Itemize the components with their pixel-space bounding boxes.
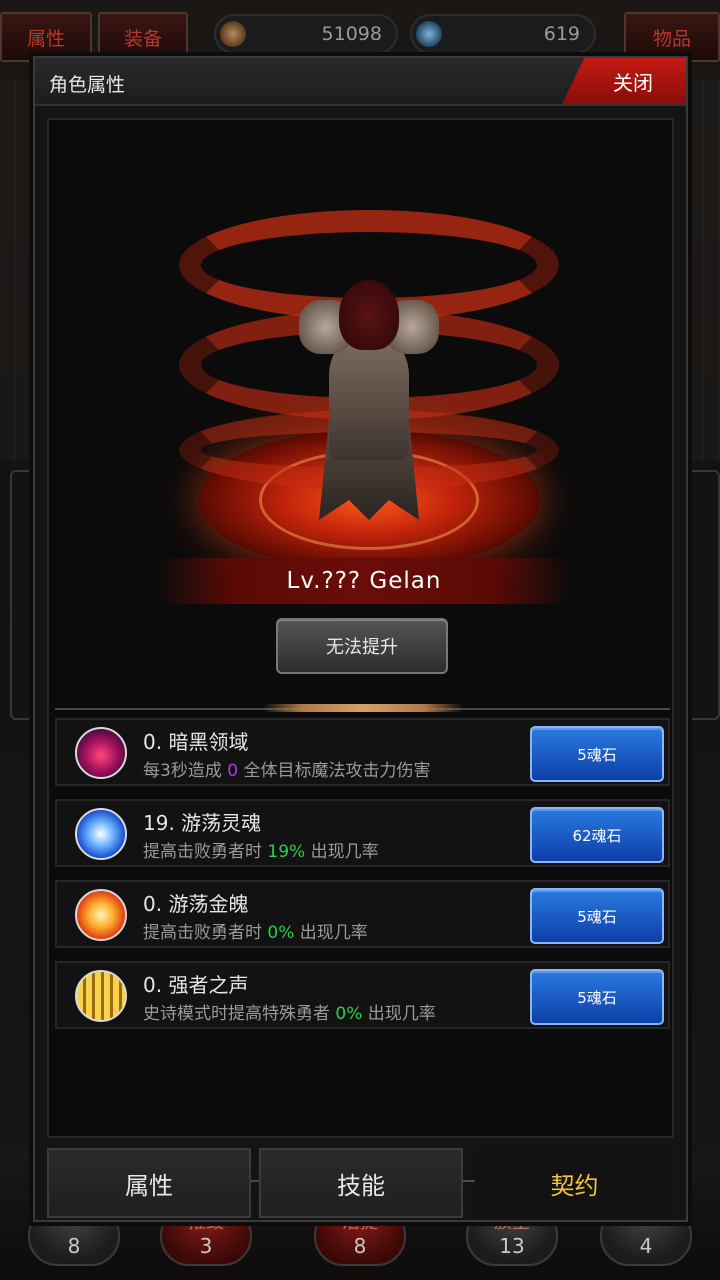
- tab-contract[interactable]: 契约: [475, 1148, 674, 1218]
- figure-body: [329, 340, 409, 460]
- upgrade-button[interactable]: 无法提升: [276, 618, 448, 674]
- skill-value: 19%: [267, 842, 306, 862]
- voice-of-strength-icon: [75, 970, 127, 1022]
- skill-description: 提高击败勇者时 19% 出现几率: [143, 842, 379, 862]
- skill-row-voice-of-strength: 0. 强者之声 史诗模式时提高特殊勇者 0% 出现几率 5魂石: [55, 961, 670, 1029]
- skill-name: 0. 强者之声: [143, 973, 249, 997]
- section-divider: [55, 704, 670, 712]
- skill-row-golden-soul: 0. 游荡金魄 提高击败勇者时 0% 出现几率 5魂石: [55, 880, 670, 948]
- dialog-tabs: 属性 技能 契约: [47, 1148, 674, 1222]
- skill-upgrade-button[interactable]: 62魂石: [530, 807, 664, 863]
- skill-value: 0%: [335, 1004, 363, 1024]
- character-attributes-dialog: 角色属性 关闭 Lv.??? Gelan 无法提升 0. 暗黑领域 每3秒造成 …: [33, 56, 688, 1222]
- bg-circle-value: 4: [639, 1234, 653, 1258]
- skill-description: 每3秒造成 0 全体目标魔法攻击力伤害: [143, 761, 431, 781]
- bg-circle-value: 8: [67, 1234, 81, 1258]
- skill-upgrade-button[interactable]: 5魂石: [530, 888, 664, 944]
- bg-tab-equipment[interactable]: 装备: [98, 12, 188, 62]
- skill-upgrade-button[interactable]: 5魂石: [530, 726, 664, 782]
- gold-coin-icon: [220, 21, 246, 47]
- close-button[interactable]: 关闭: [562, 58, 686, 104]
- character-figure: [299, 270, 439, 520]
- soul-currency: 619: [410, 14, 596, 54]
- skill-row-wandering-soul: 19. 游荡灵魂 提高击败勇者时 19% 出现几率 62魂石: [55, 799, 670, 867]
- bg-side-panel-right: [686, 470, 720, 720]
- skill-upgrade-button[interactable]: 5魂石: [530, 969, 664, 1025]
- skill-name: 0. 暗黑领域: [143, 730, 249, 754]
- skill-list: 0. 暗黑领域 每3秒造成 0 全体目标魔法攻击力伤害 5魂石 19. 游荡灵魂…: [55, 718, 670, 1042]
- dialog-title: 角色属性: [49, 74, 126, 96]
- skill-description: 史诗模式时提高特殊勇者 0% 出现几率: [143, 1004, 436, 1024]
- gold-currency: 51098: [214, 14, 398, 54]
- skill-value: 0: [227, 761, 239, 781]
- bg-circle-value: 8: [353, 1234, 367, 1258]
- golden-soul-icon: [75, 889, 127, 941]
- soul-orb-icon: [416, 21, 442, 47]
- tab-attributes[interactable]: 属性: [47, 1148, 251, 1218]
- tab-skills[interactable]: 技能: [259, 1148, 463, 1218]
- gold-amount: 51098: [321, 23, 382, 45]
- wandering-soul-icon: [75, 808, 127, 860]
- bg-circle-value: 13: [499, 1234, 525, 1258]
- dialog-header: 角色属性 关闭: [35, 58, 686, 106]
- bg-tab-attributes[interactable]: 属性: [0, 12, 92, 62]
- skill-value: 0%: [267, 923, 295, 943]
- soul-amount: 619: [543, 23, 580, 45]
- dark-domain-icon: [75, 727, 127, 779]
- skill-description: 提高击败勇者时 0% 出现几率: [143, 923, 368, 943]
- character-portrait: [179, 200, 559, 580]
- skill-name: 19. 游荡灵魂: [143, 811, 262, 835]
- skill-name: 0. 游荡金魄: [143, 892, 249, 916]
- bg-tab-items[interactable]: 物品: [624, 12, 720, 62]
- character-name-level: Lv.??? Gelan: [159, 558, 569, 604]
- figure-hood: [339, 280, 399, 350]
- dialog-content: Lv.??? Gelan 无法提升 0. 暗黑领域 每3秒造成 0 全体目标魔法…: [47, 118, 674, 1184]
- bg-circle-value: 3: [199, 1234, 213, 1258]
- skill-row-dark-domain: 0. 暗黑领域 每3秒造成 0 全体目标魔法攻击力伤害 5魂石: [55, 718, 670, 786]
